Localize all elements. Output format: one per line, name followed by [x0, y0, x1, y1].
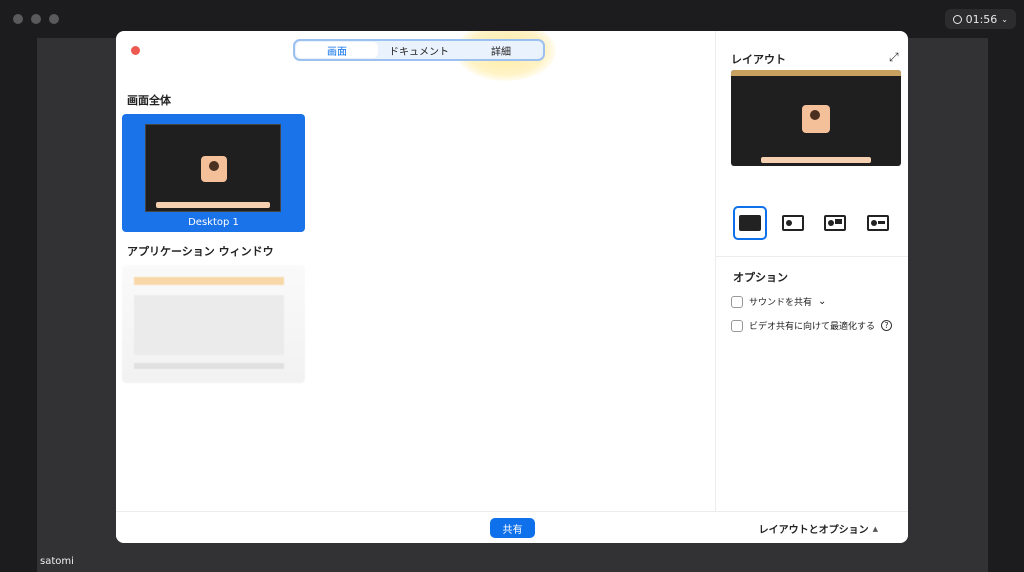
full-screen-heading: 画面全体: [127, 94, 171, 107]
screen-only-icon: [739, 215, 761, 231]
expand-icon[interactable]: ⤢: [889, 51, 901, 63]
panel-divider: [716, 256, 908, 257]
app-thumb-body: [134, 295, 284, 355]
timer-value: 01:56: [965, 12, 998, 26]
tab-screen[interactable]: 画面: [296, 42, 378, 58]
optimize-video-label: ビデオ共有に向けて最適化する: [749, 322, 876, 332]
app-thumb-header: [134, 277, 284, 285]
app-thumb-footer: [134, 363, 284, 369]
desktop-thumbnail: [145, 124, 281, 212]
avatar: [802, 105, 830, 133]
share-tabs: 画面 ドキュメント 詳細: [293, 39, 545, 61]
caret-up-icon: ▲: [872, 524, 878, 533]
share-sound-option[interactable]: サウンドを共有 ⌄: [731, 295, 826, 308]
share-button[interactable]: 共有: [490, 518, 535, 538]
participant-name: satomi: [40, 556, 74, 567]
optimize-video-checkbox[interactable]: [731, 319, 743, 332]
standard-layout-icon: [781, 215, 804, 231]
preview-menubar: [731, 70, 901, 76]
desktop-label: Desktop 1: [188, 217, 239, 228]
share-sound-label: サウンドを共有: [749, 298, 813, 308]
share-sound-checkbox[interactable]: [731, 295, 743, 308]
avatar: [201, 156, 227, 182]
dialog-close-button[interactable]: [131, 46, 140, 55]
dock: [156, 202, 270, 208]
window-minimize-button[interactable]: [31, 14, 41, 24]
layout-screen-only-button[interactable]: [733, 206, 767, 240]
tab-document[interactable]: ドキュメント: [378, 42, 460, 58]
clock-icon: [952, 14, 962, 24]
layout-preview: [731, 70, 901, 166]
app-windows-heading: アプリケーション ウィンドウ: [127, 245, 274, 258]
chevron-down-icon: ⌄: [1001, 14, 1008, 24]
layout-picture-in-picture-button[interactable]: [818, 206, 852, 240]
dialog-footer: 共有 レイアウトとオプション ▲: [116, 511, 908, 543]
layout-options-label: レイアウトとオプション: [758, 525, 869, 536]
layout-options: [733, 205, 895, 241]
layout-standard-button[interactable]: [776, 206, 810, 240]
pip-layout-icon: [824, 215, 847, 231]
layout-side-by-side-button[interactable]: [861, 206, 895, 240]
window-zoom-button[interactable]: [49, 14, 59, 24]
desktop-1-card[interactable]: Desktop 1: [122, 114, 305, 232]
options-heading: オプション: [733, 271, 788, 284]
share-screen-dialog: 画面 ドキュメント 詳細 画面全体 Desktop 1 アプリケーション ウィン…: [116, 31, 908, 543]
layout-options-toggle[interactable]: レイアウトとオプション ▲: [758, 521, 878, 537]
help-icon[interactable]: ?: [881, 320, 893, 331]
application-window-card[interactable]: [122, 265, 305, 383]
dock: [761, 157, 871, 163]
chevron-down-icon[interactable]: ⌄: [818, 296, 826, 307]
side-by-side-layout-icon: [866, 215, 889, 231]
meeting-timer[interactable]: 01:56 ⌄: [944, 9, 1016, 29]
layout-panel: レイアウト ⤢ オプション サウンドを共有 ⌄ ビデオ共有に向けて最適化する ?: [715, 31, 908, 511]
optimize-video-option[interactable]: ビデオ共有に向けて最適化する ?: [731, 319, 893, 332]
tab-advanced[interactable]: 詳細: [460, 42, 542, 58]
window-close-button[interactable]: [13, 14, 23, 24]
layout-heading: レイアウト: [731, 53, 786, 66]
